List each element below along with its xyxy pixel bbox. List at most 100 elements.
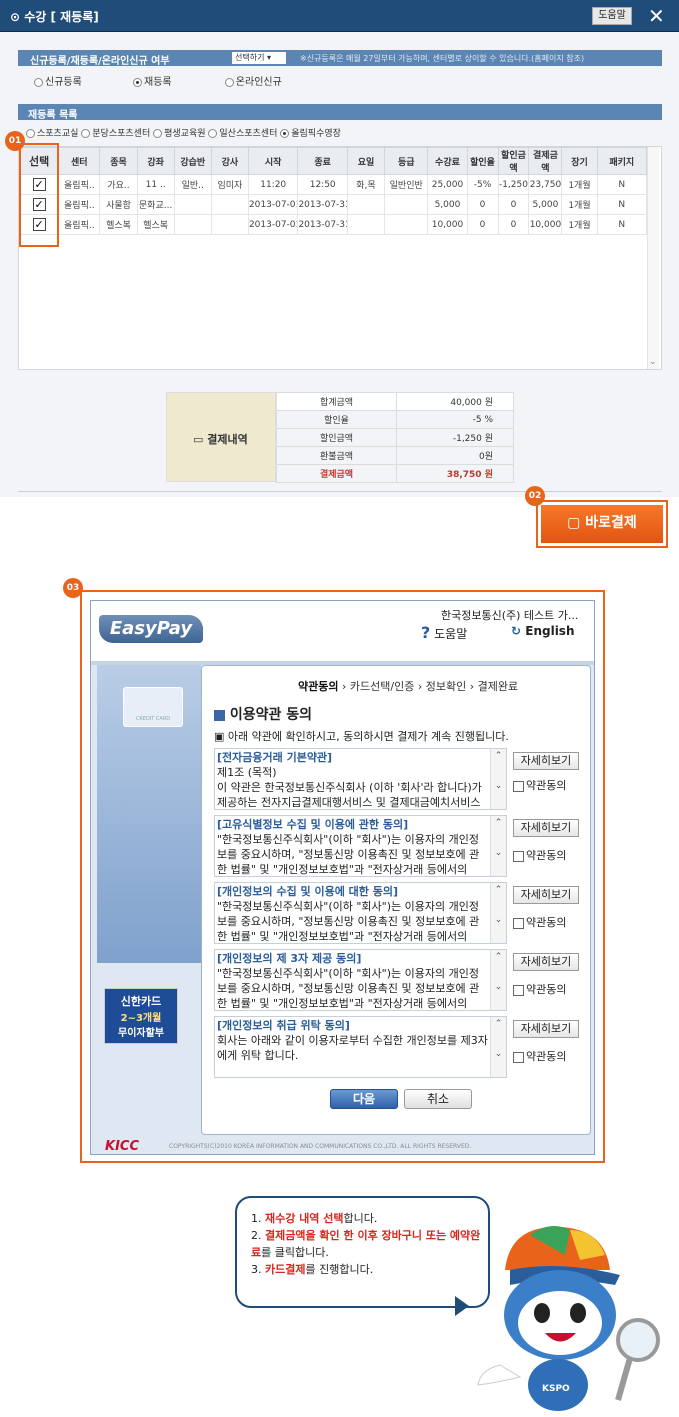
radio-center-3[interactable]: 일산스포츠센터 bbox=[208, 129, 277, 139]
cell: 1개월 bbox=[561, 174, 598, 195]
checkbox-icon bbox=[513, 780, 524, 792]
table-row[interactable]: ✓ 올림픽.. 가요.. 11 .. 일반.. 임미자 11:20 12:50 … bbox=[18, 174, 647, 195]
terms-box-4[interactable]: [개인정보의 취급 위탁 동의] 회사는 아래와 같이 이용자로부터 수집한 개인… bbox=[214, 1016, 507, 1078]
mascot-eye-left bbox=[534, 1303, 550, 1323]
col-header: 요일 bbox=[346, 147, 386, 175]
scrollbar[interactable]: ⌃ ⌄ bbox=[490, 883, 506, 943]
pay-button-highlight: ▢ 바로결제 bbox=[536, 500, 668, 548]
bullet-icon bbox=[214, 709, 225, 721]
cell: N bbox=[596, 194, 647, 215]
cell bbox=[384, 194, 429, 215]
cell bbox=[384, 214, 429, 235]
scrollbar[interactable]: ⌃ ⌄ bbox=[490, 950, 506, 1010]
agree-checkbox-2[interactable]: 약관동의 bbox=[513, 914, 566, 930]
cell: 화,목 bbox=[346, 174, 386, 195]
radio-new[interactable]: 신규등록 bbox=[34, 77, 82, 88]
detail-button-2[interactable]: 자세히보기 bbox=[513, 886, 579, 904]
detail-button-1[interactable]: 자세히보기 bbox=[513, 819, 579, 837]
cell: 헬스복 bbox=[136, 214, 175, 235]
terms-box-2[interactable]: [개인정보의 수집 및 이용에 대한 동의] "한국정보통신주식회사"(이하 "회… bbox=[214, 882, 507, 944]
checkbox-icon bbox=[513, 1051, 524, 1063]
scrollbar[interactable]: ⌃ ⌄ bbox=[490, 1017, 506, 1077]
table-row[interactable]: ✓ 올림픽.. 사물함 문화교... 2013-07-01 2013-07-31… bbox=[18, 194, 647, 215]
step: 결제완료 bbox=[477, 680, 519, 693]
cell: 문화교... bbox=[136, 194, 175, 215]
chevron-down-icon[interactable]: ⌄ bbox=[649, 357, 657, 367]
rereg-header: 재등록 목록 bbox=[28, 110, 78, 121]
cell: 5,000 bbox=[528, 194, 563, 215]
radio-icon bbox=[81, 129, 91, 138]
reg-type-label: 신규등록/재등록/온라인신규 여부 bbox=[30, 56, 170, 67]
cell: N bbox=[596, 174, 647, 195]
mascot-eye-right bbox=[570, 1303, 586, 1323]
radio-icon bbox=[133, 77, 142, 87]
terms-box-1[interactable]: [고유식별정보 수집 및 이용에 관한 동의] "한국정보통신주식회사"(이하 "… bbox=[214, 815, 507, 877]
pay-now-button[interactable]: ▢ 바로결제 bbox=[541, 505, 663, 543]
radio-center-1[interactable]: 분당스포츠센터 bbox=[81, 129, 150, 139]
cell: 2013-07-01 bbox=[247, 194, 299, 215]
radio-center-4[interactable]: 올림픽수영장 bbox=[280, 129, 341, 139]
agree-checkbox-4[interactable]: 약관동의 bbox=[513, 1048, 566, 1064]
cell bbox=[173, 214, 212, 235]
term-body: "한국정보통신주식회사"(이하 "회사")는 이용자의 개인정보를 중요시하며,… bbox=[217, 967, 480, 1010]
select-highlight-box bbox=[19, 143, 59, 247]
cell: 11 .. bbox=[136, 174, 175, 195]
cell: 올림픽.. bbox=[58, 194, 101, 215]
mascot-face bbox=[518, 1291, 602, 1355]
checkbox-icon bbox=[513, 850, 524, 862]
checkbox-icon bbox=[513, 984, 524, 996]
easypay-logo: EasyPay bbox=[99, 615, 203, 643]
next-button[interactable]: 다음 bbox=[330, 1089, 398, 1109]
radio-icon bbox=[224, 77, 234, 87]
term-body: "한국정보통신주식회사"(이하 "회사")는 이용자의 개인정보를 중요시하며,… bbox=[217, 900, 480, 943]
cell: -1,250 bbox=[497, 174, 530, 195]
col-header: 시작 bbox=[247, 147, 299, 175]
cancel-button[interactable]: 취소 bbox=[404, 1089, 472, 1109]
terms-box-3[interactable]: [개인정보의 제 3자 제공 동의] "한국정보통신주식회사"(이하 "회사")는… bbox=[214, 949, 507, 1011]
table-scrollbar[interactable]: ⌄ bbox=[647, 147, 659, 369]
col-header: 강좌 bbox=[136, 147, 175, 175]
close-icon[interactable]: ✕ bbox=[648, 4, 665, 28]
payment-label-cell: ▭ 결제내역 bbox=[166, 392, 276, 482]
agree-checkbox-1[interactable]: 약관동의 bbox=[513, 847, 566, 863]
divider bbox=[18, 491, 662, 492]
cell: 23,750 bbox=[528, 174, 563, 195]
guide-list: 1. 재수강 내역 선택합니다. 2. 결제금액을 확인 한 이후 장바구니 또… bbox=[251, 1210, 481, 1278]
term-head: [전자금융거래 기본약관] bbox=[217, 751, 333, 764]
table-row[interactable]: ✓ 올림픽.. 헬스복 헬스복 2013-07-01 2013-07-31 10… bbox=[18, 214, 647, 235]
scrollbar[interactable]: ⌃ ⌄ bbox=[490, 749, 506, 809]
help-button[interactable]: 도움말 bbox=[592, 7, 632, 25]
detail-button-3[interactable]: 자세히보기 bbox=[513, 953, 579, 971]
radio-rereg[interactable]: 재등록 bbox=[133, 77, 172, 88]
cell: 25,000 bbox=[427, 174, 468, 195]
cell: -5% bbox=[466, 174, 499, 195]
agree-checkbox-0[interactable]: 약관동의 bbox=[513, 777, 566, 793]
col-header: 강사 bbox=[210, 147, 249, 175]
col-header: 장기 bbox=[561, 147, 598, 175]
reg-type-select[interactable]: 선택하기 ▾ bbox=[232, 52, 286, 64]
detail-button-4[interactable]: 자세히보기 bbox=[513, 1020, 579, 1038]
payment-key: 할인금액 bbox=[276, 428, 397, 447]
bullet-icon: ▣ bbox=[214, 730, 225, 743]
term-body: 제1조 (목적) 이 약관은 한국정보통신주식회사 (이하 '회사'라 합니다)… bbox=[217, 766, 482, 809]
easypay-help[interactable]: ? 도움말 bbox=[421, 623, 467, 642]
radio-center-2[interactable]: 평생교육원 bbox=[153, 129, 206, 139]
step: 정보확인 bbox=[425, 680, 467, 693]
cell: 일반.. bbox=[173, 174, 212, 195]
col-header: 종료 bbox=[297, 147, 348, 175]
terms-box-0[interactable]: [전자금융거래 기본약관] 제1조 (목적) 이 약관은 한국정보통신주식회사 (… bbox=[214, 748, 507, 810]
terms-panel: 약관동의 › 카드선택/인증 › 정보확인 › 결제완료 이용약관 동의 ▣ 아… bbox=[201, 665, 591, 1135]
col-header: 등급 bbox=[384, 147, 429, 175]
center-options: 스포츠교실 분당스포츠센터 평생교육원 일산스포츠센터 올림픽수영장 bbox=[26, 126, 341, 139]
radio-center-0[interactable]: 스포츠교실 bbox=[26, 129, 78, 139]
term-head: [개인정보의 수집 및 이용에 대한 동의] bbox=[217, 885, 399, 898]
detail-button-0[interactable]: 자세히보기 bbox=[513, 752, 579, 770]
step-active: 약관동의 bbox=[298, 680, 339, 693]
english-button[interactable]: ↻ English bbox=[511, 624, 575, 638]
radio-online[interactable]: 온라인신규 bbox=[224, 77, 282, 88]
scrollbar[interactable]: ⌃ ⌄ bbox=[490, 816, 506, 876]
kspo-mascot: KSPO bbox=[477, 1226, 660, 1411]
cell: 올림픽.. bbox=[58, 174, 101, 195]
agree-checkbox-3[interactable]: 약관동의 bbox=[513, 981, 566, 997]
cell: 5,000 bbox=[427, 194, 468, 215]
